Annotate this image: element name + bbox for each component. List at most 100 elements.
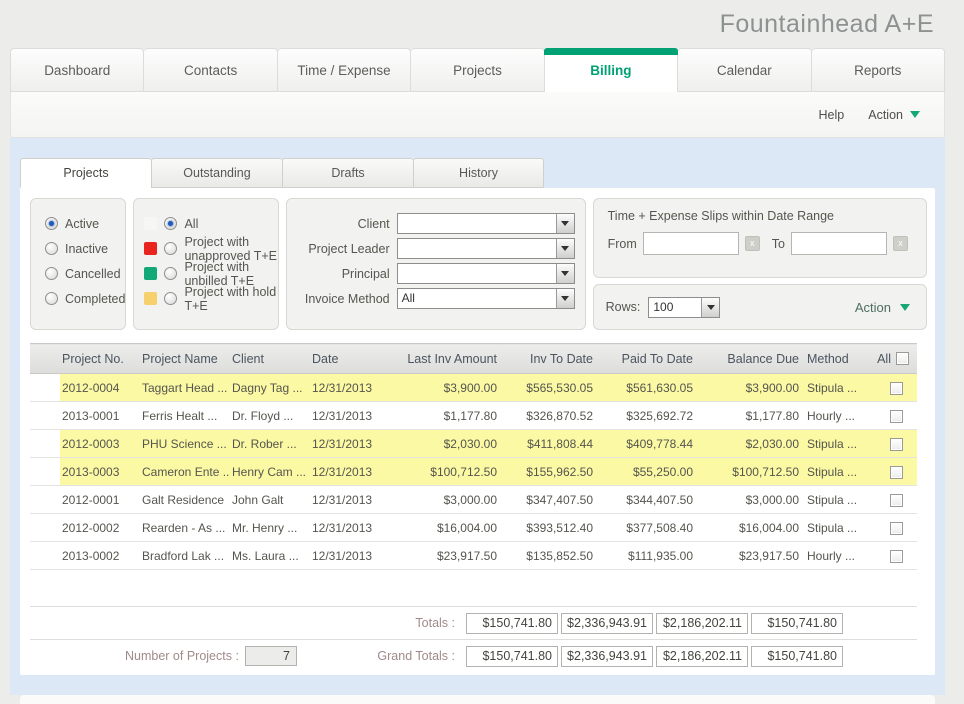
tab-dashboard[interactable]: Dashboard [10, 48, 144, 92]
client-select[interactable] [397, 213, 575, 234]
row-checkbox[interactable] [890, 550, 903, 563]
table-row[interactable]: 2013-0002 Bradford Lak ... Ms. Laura ...… [30, 542, 917, 570]
radio-all[interactable]: All [144, 211, 277, 236]
chevron-down-icon[interactable] [556, 264, 574, 283]
cell-method: Stipula ... [805, 374, 875, 402]
header-select-all: All [875, 344, 917, 374]
chevron-down-icon[interactable] [701, 298, 719, 317]
to-label: To [772, 237, 785, 251]
row-checkbox[interactable] [890, 382, 903, 395]
radio-label: Completed [65, 292, 125, 306]
cell-inv-to-date: $155,962.50 [503, 458, 599, 486]
header-indicator [30, 344, 60, 374]
rows-select[interactable]: 100 [648, 297, 720, 318]
table-row[interactable]: 2013-0001 Ferris Healt ... Dr. Floyd ...… [30, 402, 917, 430]
te-filter-box: All Project with unapproved T+E Project … [133, 198, 278, 330]
totals-row: Totals : $150,741.80 $2,336,943.91 $2,18… [30, 606, 917, 639]
cell-method: Hourly ... [805, 402, 875, 430]
sub-tab-bar: Projects Outstanding Drafts History [20, 158, 945, 188]
radio-completed[interactable]: Completed [45, 286, 125, 311]
radio-icon [164, 217, 177, 230]
tab-label: Billing [590, 63, 631, 78]
project-leader-select[interactable] [397, 238, 575, 259]
radio-icon [45, 217, 58, 230]
table-row[interactable]: 2012-0003 PHU Science ... Dr. Rober ... … [30, 430, 917, 458]
radio-unbilled-te[interactable]: Project with unbilled T+E [144, 261, 277, 286]
help-link[interactable]: Help [819, 108, 845, 122]
radio-unapproved-te[interactable]: Project with unapproved T+E [144, 236, 277, 261]
radio-cancelled[interactable]: Cancelled [45, 261, 125, 286]
table-row[interactable]: 2012-0002 Rearden - As ... Mr. Henry ...… [30, 514, 917, 542]
tab-reports[interactable]: Reports [812, 48, 945, 92]
select-all-checkbox[interactable] [896, 352, 909, 365]
header-last-inv-amount[interactable]: Last Inv Amount [400, 344, 503, 374]
cell-client: Dr. Rober ... [230, 430, 310, 458]
project-leader-label: Project Leader [293, 242, 390, 256]
billing-content: Projects Outstanding Drafts History Acti… [10, 138, 945, 695]
cell-checkbox [875, 430, 917, 458]
radio-icon [164, 242, 177, 255]
app-header: Fountainhead A+E [0, 0, 964, 48]
select-value [398, 239, 556, 258]
cell-project-no: 2013-0001 [60, 402, 140, 430]
table-row[interactable]: 2013-0003 Cameron Ente ... Henry Cam ...… [30, 458, 917, 486]
tab-billing[interactable]: Billing [545, 48, 678, 92]
from-date-input[interactable] [643, 232, 739, 255]
subtab-history[interactable]: History [413, 158, 544, 188]
header-project-no[interactable]: Project No. [60, 344, 140, 374]
billing-toolbar: Help Action [10, 92, 945, 138]
invoice-method-label: Invoice Method [293, 292, 390, 306]
header-method[interactable]: Method [805, 344, 875, 374]
radio-label: Project with hold T+E [184, 285, 277, 313]
tab-contacts[interactable]: Contacts [144, 48, 277, 92]
projects-panel: Active Inactive Cancelled Completed [20, 188, 935, 675]
table-row[interactable]: 2012-0001 Galt Residence John Galt 12/31… [30, 486, 917, 514]
action-menu[interactable]: Action [868, 108, 920, 122]
radio-icon [164, 267, 177, 280]
chevron-down-icon[interactable] [556, 289, 574, 308]
clear-to-date-icon[interactable]: x [893, 236, 908, 251]
header-client[interactable]: Client [230, 344, 310, 374]
tab-calendar[interactable]: Calendar [678, 48, 811, 92]
table-action-menu[interactable]: Action [855, 300, 910, 315]
select-value [398, 264, 556, 283]
subtab-drafts[interactable]: Drafts [282, 158, 413, 188]
row-checkbox[interactable] [890, 522, 903, 535]
all-label: All [877, 352, 891, 366]
totals-inv-to-date: $2,336,943.91 [561, 613, 653, 634]
header-project-name[interactable]: Project Name [140, 344, 230, 374]
cell-paid-to-date: $325,692.72 [599, 402, 699, 430]
tab-projects[interactable]: Projects [411, 48, 544, 92]
tab-time-expense[interactable]: Time / Expense [278, 48, 411, 92]
radio-icon [45, 267, 58, 280]
header-paid-to-date[interactable]: Paid To Date [599, 344, 699, 374]
principal-select[interactable] [397, 263, 575, 284]
radio-label: All [184, 217, 198, 231]
table-row[interactable]: 2012-0004 Taggart Head ... Dagny Tag ...… [30, 374, 917, 402]
radio-label: Cancelled [65, 267, 121, 281]
cell-client: Henry Cam ... [230, 458, 310, 486]
cell-paid-to-date: $111,935.00 [599, 542, 699, 570]
cell-inv-to-date: $326,870.52 [503, 402, 599, 430]
row-checkbox[interactable] [890, 438, 903, 451]
radio-active[interactable]: Active [45, 211, 125, 236]
subtab-outstanding[interactable]: Outstanding [151, 158, 282, 188]
radio-inactive[interactable]: Inactive [45, 236, 125, 261]
date-range-title: Time + Expense Slips within Date Range [608, 209, 914, 223]
cell-last-inv: $2,030.00 [400, 430, 503, 458]
subtab-projects[interactable]: Projects [20, 158, 151, 188]
header-inv-to-date[interactable]: Inv To Date [503, 344, 599, 374]
to-date-input[interactable] [791, 232, 887, 255]
row-checkbox[interactable] [890, 494, 903, 507]
clear-from-date-icon[interactable]: x [745, 236, 760, 251]
chevron-down-icon[interactable] [556, 239, 574, 258]
cell-balance-due: $100,712.50 [699, 458, 805, 486]
radio-hold-te[interactable]: Project with hold T+E [144, 286, 277, 311]
invoice-method-select[interactable]: All [397, 288, 575, 309]
header-date[interactable]: Date [310, 344, 400, 374]
chevron-down-icon[interactable] [556, 214, 574, 233]
row-checkbox[interactable] [890, 410, 903, 423]
main-tab-bar: Dashboard Contacts Time / Expense Projec… [10, 48, 945, 92]
row-checkbox[interactable] [890, 466, 903, 479]
header-balance-due[interactable]: Balance Due [699, 344, 805, 374]
